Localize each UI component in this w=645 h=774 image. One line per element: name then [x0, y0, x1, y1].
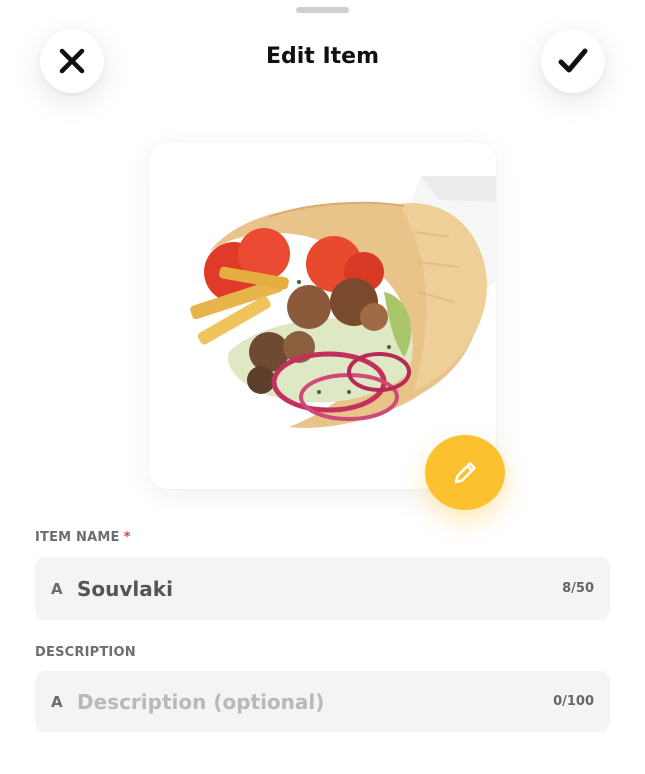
- item-image: [149, 142, 496, 489]
- souvlaki-illustration: [190, 176, 496, 428]
- required-marker: *: [123, 530, 131, 545]
- item-name-label: ITEM NAME *: [35, 530, 131, 545]
- pencil-icon: [454, 461, 476, 483]
- check-icon: [558, 48, 588, 73]
- description-field[interactable]: A 0/100: [35, 671, 610, 732]
- description-char-counter: 0/100: [553, 694, 594, 709]
- item-name-char-counter: 8/50: [562, 581, 594, 596]
- drag-handle[interactable]: [296, 7, 349, 13]
- item-name-input[interactable]: [77, 576, 553, 601]
- item-name-label-text: ITEM NAME: [35, 530, 120, 545]
- description-input[interactable]: [77, 689, 544, 714]
- description-label: DESCRIPTION: [35, 645, 136, 660]
- edit-image-button[interactable]: [425, 435, 505, 510]
- text-type-icon: A: [51, 692, 63, 711]
- item-name-field[interactable]: A 8/50: [35, 557, 610, 620]
- text-type-icon: A: [51, 579, 63, 598]
- save-button[interactable]: [541, 29, 605, 93]
